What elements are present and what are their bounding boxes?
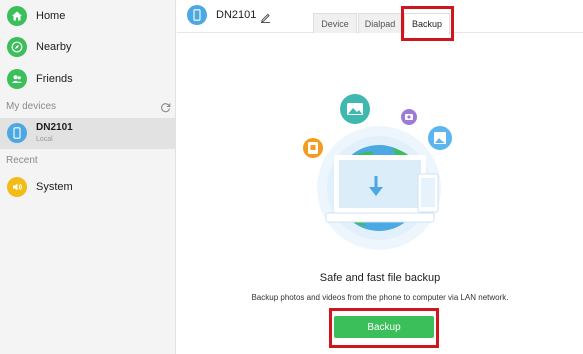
tab-device[interactable]: Device [313, 13, 357, 33]
sidebar-item-nearby[interactable]: Nearby [0, 32, 176, 62]
page-title: DN2101 [216, 9, 257, 21]
sidebar-item-friends[interactable]: Friends [0, 64, 176, 94]
sidebar-item-label: System [36, 181, 73, 193]
feature-description: Backup photos and videos from the phone … [251, 293, 509, 302]
recent-heading: Recent [6, 155, 38, 166]
device-name: DN2101 [36, 122, 73, 133]
compass-icon [7, 37, 27, 57]
device-status: Local [36, 136, 53, 143]
backup-illustration [303, 94, 452, 250]
phone-icon [187, 5, 207, 25]
sidebar-item-label: Friends [36, 73, 73, 85]
phone-icon [7, 123, 27, 143]
sidebar-item-label: Home [36, 10, 66, 22]
sidebar-item-label: Nearby [36, 41, 72, 53]
sidebar: Home Nearby Friends My devices DN2101 Lo… [0, 0, 176, 354]
refresh-icon[interactable] [160, 100, 171, 113]
sidebar-item-system[interactable]: System [0, 172, 176, 202]
feature-headline: Safe and fast file backup [319, 272, 441, 284]
speaker-icon [7, 177, 27, 197]
tab-dialpad[interactable]: Dialpad [358, 13, 402, 33]
friends-icon [7, 69, 27, 89]
highlight-box [329, 308, 439, 348]
home-icon [7, 6, 27, 26]
my-devices-heading: My devices [6, 101, 57, 112]
sidebar-item-device[interactable]: DN2101 Local [0, 118, 176, 149]
edit-icon[interactable] [260, 10, 271, 23]
sidebar-item-home[interactable]: Home [0, 1, 176, 31]
highlight-box [401, 6, 454, 41]
